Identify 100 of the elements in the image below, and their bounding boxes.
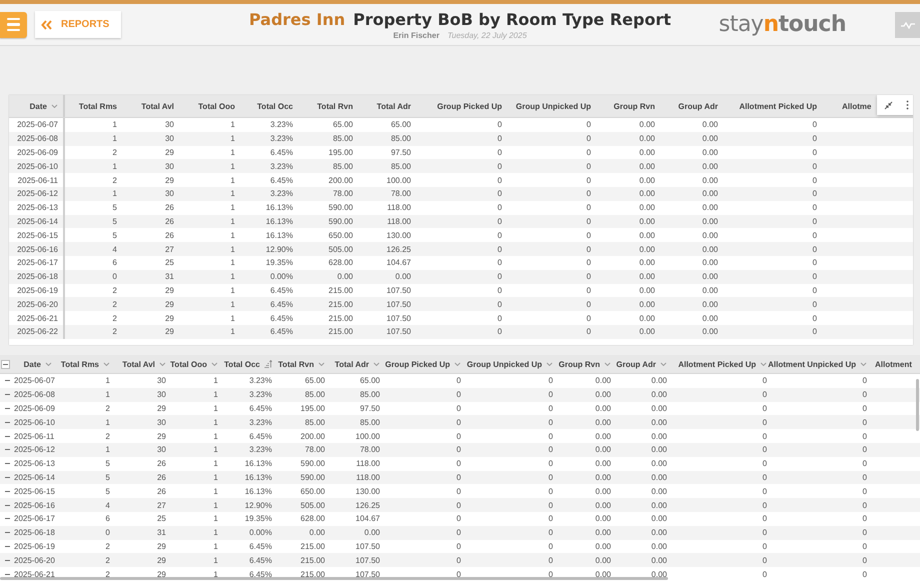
collapse-icon[interactable] [884,100,892,110]
table-cell-text: 16.13% [264,203,294,212]
column-header[interactable]: Group Picked Up [385,360,450,368]
column-header[interactable]: Date [24,360,41,368]
table-cell-text: 26 [164,203,175,212]
table-cell-text: 0.00 [638,203,656,212]
table-cell-text: 0 [812,216,818,226]
table-cell-text: 1 [112,162,118,171]
table-cell-text: 0 [456,418,462,427]
table-cell-text: 1 [230,176,236,185]
vertical-scrollbar[interactable] [916,379,919,431]
column-header[interactable]: Group Rvn [558,360,600,368]
sort-ascending-icon[interactable] [264,360,272,368]
table-cell-text: 118.00 [355,472,381,482]
table-cell-text: 0 [586,216,592,226]
column-header[interactable]: Total Ooo [170,360,207,368]
column-header[interactable]: Allotment Picked Up [739,102,817,110]
column-header[interactable]: Total Occ [257,102,293,110]
table-cell-text: 0.00 [701,148,719,157]
table-cell-text: 0 [762,472,768,482]
table-cell-text: 0 [862,500,868,510]
table-cell-text: 6.45% [248,570,273,579]
column-header[interactable]: Group Rvn [614,102,655,110]
table-cell-text: 126.25 [354,500,381,510]
table-cell-text: 0 [548,404,554,413]
table-cell-text: 215.00 [328,327,354,336]
table-cell-text: 0 [496,230,503,240]
column-header[interactable]: Total Rms [78,102,117,110]
table-cell-text: 0.00 [650,556,668,565]
table-cell-text: 0 [456,459,462,468]
table-cell-text: 0 [812,327,818,336]
table-cell-text: 0 [548,514,554,524]
table-cell-text: 85.00 [390,134,412,144]
column-header[interactable]: Total Rvn [278,360,314,368]
table-cell-text: 85.00 [332,162,354,171]
column-header[interactable]: Group Unpicked Up [466,360,542,368]
table-cell-text: 107.50 [386,327,412,336]
column-header[interactable]: Total Rvn [317,102,353,110]
table-cell-text: 0 [548,376,554,386]
table-cell-text: 0 [456,472,462,482]
table-cell-text: 0 [862,528,868,538]
column-header[interactable]: Group Adr [678,102,718,110]
column-header[interactable]: Total Adr [334,360,369,368]
column-header[interactable]: Allotment [875,360,912,368]
table-cell-text: 26 [164,216,175,226]
table-cell-text: 0 [586,258,592,268]
column-header[interactable]: Allotment Picked Up [678,360,756,368]
column-header[interactable]: Total Adr [376,102,411,110]
table-cell-text: 0.00 [638,230,656,240]
table-cell-text: 65.00 [358,376,381,386]
table-cell-text: 0 [586,134,592,144]
column-header[interactable]: Total Occ [224,360,260,368]
table-cell-text: 0.00 [638,189,656,198]
table-cell-text: 0 [112,272,118,282]
table-cell-text: 0.00 [638,327,656,336]
table-cell-text: 0.00 [650,514,668,524]
table-cell-text: 0 [496,134,503,144]
table-cell-text: 1 [212,376,219,386]
table-cell-text: 0.00 [638,162,656,171]
table-cell-text: 1 [230,162,236,171]
column-header[interactable]: Group Adr [616,360,656,368]
table-cell-text: 1 [212,486,219,496]
column-header[interactable]: Total Avl [141,102,174,110]
column-header[interactable]: Total Avl [122,360,155,368]
table-cell-text: 29 [156,432,167,441]
table-cell-text: 0.00 [594,445,612,454]
column-header[interactable]: Allotme [842,102,872,110]
column-header[interactable]: Total Rms [60,360,99,368]
column-header[interactable]: Group Picked Up [437,102,502,110]
table-cell-text: 0.00 [701,272,719,282]
table-cell-text: 5 [104,486,111,496]
table-cell: 2025-06-22 [9,324,65,339]
column-header[interactable]: Total Ooo [198,102,235,110]
column-header[interactable]: Allotment Unpicked Up [768,360,856,368]
more-options-icon[interactable] [906,100,908,110]
table-cell-text: 16.13% [244,459,273,468]
table-cell-text: 0 [862,570,868,579]
table-cell-text: 215.00 [328,286,354,295]
table-cell-text: 0 [586,230,592,240]
horizontal-scrollbar[interactable] [0,577,668,580]
table-cell-text: 2025-06-18 [13,528,56,538]
table-cell-text: 1 [212,570,219,579]
table-cell-text: 0 [762,556,768,565]
table-cell-text: 6 [112,258,118,268]
table-cell-text: 0 [862,404,868,413]
table-cell-text: 0 [812,176,818,185]
table-cell-text: 29 [156,404,167,413]
collapse-toggle-icon[interactable] [1,360,10,368]
table-cell-text: 2025-06-11 [13,432,56,441]
table-cell-text: 1 [230,189,236,198]
column-header[interactable]: Date [30,102,47,110]
table-cell-text: 0 [104,528,111,538]
table-cell-text: 0 [548,542,554,551]
table-cell-text: 1 [212,432,219,441]
table-cell-text: 0.00 [594,486,612,496]
table-cell-text: 12.90% [264,244,294,254]
table-cell-text: 0 [812,203,818,212]
table-cell-text: 29 [156,542,167,551]
column-header[interactable]: Group Unpicked Up [516,102,591,110]
table-cell-text: 1 [112,134,118,144]
